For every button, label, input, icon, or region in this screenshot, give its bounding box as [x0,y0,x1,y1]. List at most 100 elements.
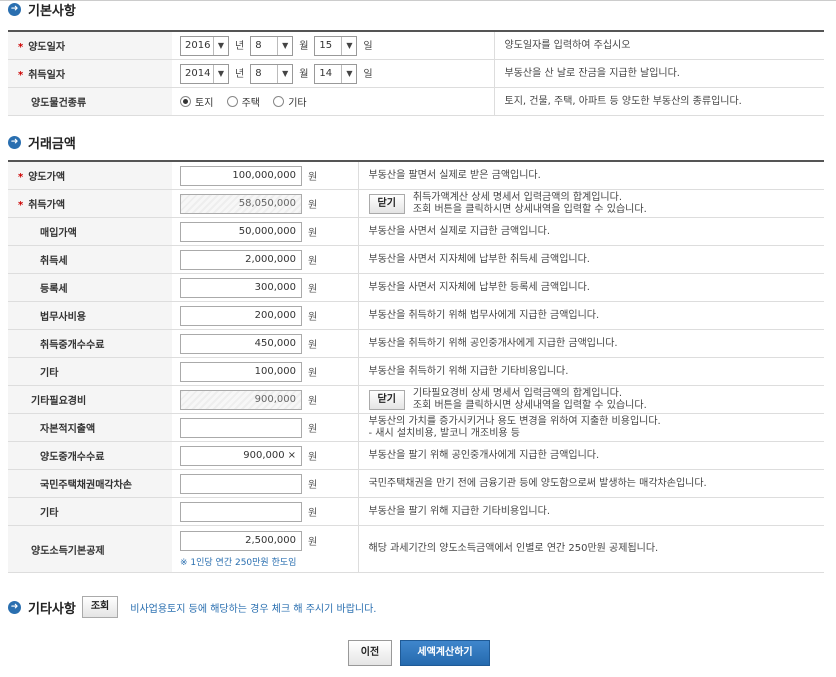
amount-row-field: 2,000,000 원 [172,245,359,274]
calculate-tax-button[interactable]: 세액계산하기 [400,640,490,666]
required-mark: * [18,70,24,81]
amount-row-field: 450,000 원 [172,329,359,358]
amount-row: 국민주택채권매각차손 원 국민주택채권을 만기 전에 금융기관 등에 양도함으로써 … [8,469,824,498]
won-unit: 원 [308,284,318,295]
lookup-button[interactable]: 조회 [81,596,119,618]
amount-input[interactable]: 2,000,000 [180,249,302,270]
radio-empty-icon [226,95,238,107]
amount-row: 기타 100,000 원 부동산을 취득하기 위해 지급한 기타비용입니다. [8,357,824,386]
amount-input[interactable]: 2,500,000 [180,530,302,551]
chevron-right-icon: ➜ [8,135,21,149]
amount-row-desc: 국민주택채권을 만기 전에 금융기관 등에 양도함으로써 발생하는 매각차손입니… [358,469,824,498]
deduction-note: ※ 1인당 연간 250만원 한도임 [180,557,297,568]
section-basic-title: ➜ 기본사항 [8,0,76,19]
acquire-date-desc: 부동산을 산 날로 잔금을 지급한 날입니다. [494,59,824,88]
radio-house[interactable]: 주택 [226,94,260,109]
amount-input: 58,050,000 [180,193,302,214]
close-detail-button[interactable]: 닫기 [368,389,405,410]
transfer-month-select[interactable]: 8 ▼ [250,35,294,56]
amount-row: 법무사비용 200,000 원 부동산을 취득하기 위해 법무사에게 지급한 금액입니… [8,301,824,330]
amount-row-label: 매입가액 [8,217,172,246]
amount-row: 등록세 300,000 원 부동산을 사면서 지자체에 납부한 등록세 금액입니다. [8,273,824,302]
transfer-day-select[interactable]: 15 ▼ [314,35,358,56]
chevron-down-icon: ▼ [277,64,292,83]
amount-row-label: 기타필요경비 [8,385,172,414]
acquire-day-select[interactable]: 14 ▼ [314,63,358,84]
transfer-date-field: 2016 ▼ 년 8 ▼ 월 15 ▼ 일 [172,31,495,60]
amount-row-desc: 부동산을 사면서 지자체에 납부한 취득세 금액입니다. [358,245,824,274]
amount-row-label: 기타 [8,357,172,386]
required-mark: * [18,42,24,53]
acquire-date-row: * 취득일자 2014 ▼ 년 8 ▼ 월 14 ▼ 일 부동산을 산 날로 잔금을 지급한 날입… [8,59,824,88]
amount-row: 양도소득기본공제 2,500,000 원 ※ 1인당 연간 250만원 한도임 해당 과… [8,525,824,573]
required-mark: * [18,172,24,183]
clear-icon[interactable]: × [288,450,296,461]
amount-row-field: 50,000,000 원 [172,217,359,246]
amount-input[interactable] [180,473,302,494]
acquire-year-select[interactable]: 2014 ▼ [180,63,229,84]
radio-land[interactable]: 토지 [180,94,213,109]
radio-checked-icon [180,95,191,107]
won-unit: 원 [308,537,318,548]
amount-row: 취득세 2,000,000 원 부동산을 사면서 지자체에 납부한 취득세 금액입니다… [8,245,824,274]
amount-input[interactable]: 200,000 [180,305,302,326]
amount-row: * 양도가액 100,000,000 원 부동산을 팔면서 실제로 받은 금액입니다. [8,161,824,190]
amount-row-label: 취득세 [8,245,172,274]
amount-row-desc: 부동산을 취득하기 위해 법무사에게 지급한 금액입니다. [358,301,824,330]
section-etc-title: ➜ 기타사항 [8,598,76,617]
amount-row-label: * 양도가액 [8,161,172,190]
amount-input[interactable]: 900,000 × [180,445,302,466]
amount-input[interactable]: 100,000,000 [180,165,302,186]
transfer-date-label: * 양도일자 [8,31,172,60]
amount-row-desc: 닫기 기타필요경비 상세 명세서 입력금액의 합계입니다. 조회 버튼을 클릭하시면… [358,385,824,414]
won-unit: 원 [308,200,318,211]
amount-row-desc: 부동산을 사면서 지자체에 납부한 등록세 금액입니다. [358,273,824,302]
prev-button[interactable]: 이전 [348,640,392,666]
radio-empty-icon [273,95,285,107]
won-unit: 원 [308,396,318,407]
amount-row-field: 원 [172,469,359,498]
amount-row-field: 원 [172,413,359,442]
transfer-date-row: * 양도일자 2016 ▼ 년 8 ▼ 월 15 ▼ 일 양도일자를 입력하여 주십시오 [8,31,824,60]
amount-row: * 취득가액 58,050,000 원 닫기 취득가액계산 상세 명세서 입력금액의 합계… [8,189,824,218]
property-type-row: 양도물건종류 토지 주택 기타 토지, 건물, 주택, 아파트 등 양도한 부동… [8,87,824,116]
won-unit: 원 [308,480,318,491]
section-etc: ➜ 기타사항 조회 비사업용토지 등에 해당하는 경우 체크 해 주시기 바랍니… [8,596,376,618]
acquire-month-select[interactable]: 8 ▼ [250,63,294,84]
amount-row-field: 900,000 원 [172,385,359,414]
amount-input[interactable]: 300,000 [180,277,302,298]
close-detail-button[interactable]: 닫기 [368,193,405,214]
chevron-down-icon: ▼ [213,64,228,83]
transfer-year-select[interactable]: 2016 ▼ [180,35,229,56]
etc-note: 비사업용토지 등에 해당하는 경우 체크 해 주시기 바랍니다. [130,603,377,615]
amount-row-label: 국민주택채권매각차손 [8,469,172,498]
amount-row: 양도중개수수료 900,000 × 원 부동산을 팔기 위해 공인중개사에게 지급한 금… [8,441,824,470]
chevron-down-icon: ▼ [277,36,292,55]
amount-input[interactable]: 50,000,000 [180,221,302,242]
amount-row-desc: 부동산을 사면서 실제로 지급한 금액입니다. [358,217,824,246]
amount-row-label: 양도중개수수료 [8,441,172,470]
amount-row-field: 2,500,000 원 ※ 1인당 연간 250만원 한도임 [172,525,359,573]
amount-row-desc: 부동산을 취득하기 위해 공인중개사에게 지급한 금액입니다. [358,329,824,358]
acquire-date-label: * 취득일자 [8,59,172,88]
amount-row-field: 100,000,000 원 [172,161,359,190]
amount-row-label: 등록세 [8,273,172,302]
amount-row-label: 자본적지출액 [8,413,172,442]
transfer-date-desc: 양도일자를 입력하여 주십시오 [494,31,824,60]
amount-row-desc: 부동산을 팔면서 실제로 받은 금액입니다. [358,161,824,190]
amount-row-field: 100,000 원 [172,357,359,386]
amount-input[interactable] [180,501,302,522]
radio-other[interactable]: 기타 [273,94,307,109]
top-divider [0,0,836,1]
amount-row: 기타필요경비 900,000 원 닫기 기타필요경비 상세 명세서 입력금액의 합계입니… [8,385,824,414]
won-unit: 원 [308,228,318,239]
property-type-field: 토지 주택 기타 [172,87,495,116]
amount-row-field: 300,000 원 [172,273,359,302]
amount-input[interactable]: 100,000 [180,361,302,382]
amount-input[interactable] [180,417,302,438]
won-unit: 원 [308,312,318,323]
amount-row-field: 원 [172,497,359,526]
amount-input[interactable]: 450,000 [180,333,302,354]
amount-table: * 양도가액 100,000,000 원 부동산을 팔면서 실제로 받은 금액입니다. *… [8,160,824,573]
property-type-label: 양도물건종류 [8,87,172,116]
